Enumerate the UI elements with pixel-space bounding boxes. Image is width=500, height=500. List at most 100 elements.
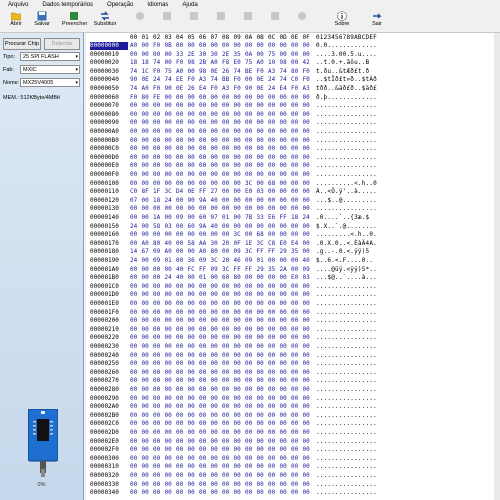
hex-byte[interactable]: 00 <box>130 334 141 342</box>
hex-byte[interactable]: 00 <box>176 119 187 127</box>
hex-byte[interactable]: 00 <box>303 360 314 368</box>
hex-byte[interactable]: 00 <box>153 171 164 179</box>
hex-byte[interactable]: 00 <box>257 274 268 282</box>
hex-byte[interactable]: 00 <box>199 231 210 239</box>
hex-byte[interactable]: 00 <box>257 119 268 127</box>
hex-byte[interactable]: 00 <box>280 489 291 497</box>
hex-byte[interactable]: 00 <box>234 377 245 385</box>
hex-byte[interactable]: 00 <box>165 334 176 342</box>
hex-byte[interactable]: 00 <box>153 231 164 239</box>
hex-byte[interactable]: A0 <box>257 59 268 67</box>
hex-byte[interactable]: 00 <box>222 128 233 136</box>
hex-byte[interactable]: 00 <box>291 481 302 489</box>
hex-byte[interactable]: 00 <box>291 300 302 308</box>
ascii-text[interactable]: ................ <box>316 137 377 145</box>
hex-byte[interactable]: 00 <box>222 283 233 291</box>
hex-byte[interactable]: 00 <box>222 162 233 170</box>
ascii-text[interactable]: ................ <box>316 343 377 351</box>
hex-byte[interactable]: 00 <box>234 438 245 446</box>
hex-byte[interactable]: 00 <box>199 481 210 489</box>
hex-byte[interactable]: 00 <box>176 42 187 50</box>
hex-byte[interactable]: 00 <box>153 300 164 308</box>
hex-byte[interactable]: E4 <box>199 85 210 93</box>
hex-byte[interactable]: 00 <box>130 231 141 239</box>
hex-byte[interactable]: 00 <box>291 334 302 342</box>
hex-byte[interactable]: 00 <box>303 334 314 342</box>
hex-byte[interactable]: 00 <box>130 455 141 463</box>
hex-byte[interactable]: F0 <box>291 85 302 93</box>
replace-button[interactable]: Substituir <box>93 11 117 31</box>
hex-byte[interactable]: 00 <box>291 463 302 471</box>
hex-byte[interactable]: 00 <box>291 102 302 110</box>
hex-byte[interactable]: 00 <box>268 128 279 136</box>
hex-byte[interactable]: 74 <box>130 68 141 76</box>
hex-byte[interactable]: 00 <box>130 429 141 437</box>
hex-byte[interactable]: 00 <box>280 455 291 463</box>
hex-byte[interactable]: 00 <box>142 128 153 136</box>
hex-byte[interactable]: 00 <box>176 205 187 213</box>
hex-byte[interactable]: 00 <box>153 137 164 145</box>
hex-byte[interactable]: FF <box>234 266 245 274</box>
hex-byte[interactable]: 00 <box>280 180 291 188</box>
hex-byte[interactable]: 00 <box>130 489 141 497</box>
hex-byte[interactable]: 00 <box>199 283 210 291</box>
hex-byte[interactable]: 24 <box>153 76 164 84</box>
hex-byte[interactable]: 00 <box>142 326 153 334</box>
hex-byte[interactable]: 40 <box>176 274 187 282</box>
hex-byte[interactable]: 00 <box>165 145 176 153</box>
ascii-text[interactable]: ................ <box>316 119 377 127</box>
hex-byte[interactable]: 00 <box>153 128 164 136</box>
hex-byte[interactable]: 00 <box>153 403 164 411</box>
hex-byte[interactable]: 00 <box>268 42 279 50</box>
hex-byte[interactable]: 00 <box>280 377 291 385</box>
hex-byte[interactable]: 00 <box>188 403 199 411</box>
hex-byte[interactable]: 00 <box>291 420 302 428</box>
hex-byte[interactable]: 00 <box>245 377 256 385</box>
hex-byte[interactable]: 58 <box>188 240 199 248</box>
hex-byte[interactable]: 00 <box>188 94 199 102</box>
hex-byte[interactable]: 00 <box>153 352 164 360</box>
ascii-text[interactable]: ................ <box>316 205 377 213</box>
ascii-text[interactable]: ................ <box>316 128 377 136</box>
hex-byte[interactable]: 00 <box>176 137 187 145</box>
hex-byte[interactable]: 8F <box>142 188 153 196</box>
write-button[interactable] <box>209 11 233 31</box>
hex-byte[interactable]: 00 <box>165 171 176 179</box>
ascii-text[interactable]: ................ <box>316 438 377 446</box>
hex-byte[interactable]: 00 <box>165 51 176 59</box>
hex-byte[interactable]: 00 <box>257 334 268 342</box>
hex-byte[interactable]: 00 <box>303 197 314 205</box>
hex-byte[interactable]: 00 <box>188 171 199 179</box>
hex-byte[interactable]: 24 <box>165 197 176 205</box>
hex-byte[interactable]: 1F <box>153 188 164 196</box>
hex-byte[interactable]: 00 <box>234 446 245 454</box>
hex-byte[interactable]: 09 <box>176 214 187 222</box>
hex-byte[interactable]: 00 <box>142 420 153 428</box>
hex-byte[interactable]: 68 <box>257 231 268 239</box>
hex-byte[interactable]: 00 <box>245 429 256 437</box>
hex-byte[interactable]: 00 <box>165 472 176 480</box>
hex-byte[interactable]: 00 <box>176 334 187 342</box>
hex-byte[interactable]: 2E <box>188 51 199 59</box>
hex-byte[interactable]: 00 <box>199 412 210 420</box>
hex-byte[interactable]: 00 <box>234 205 245 213</box>
hex-byte[interactable]: 3C <box>234 231 245 239</box>
hex-byte[interactable]: 00 <box>268 309 279 317</box>
hex-byte[interactable]: 00 <box>303 248 314 256</box>
hex-byte[interactable]: 00 <box>257 472 268 480</box>
hex-byte[interactable]: 01 <box>199 274 210 282</box>
hex-byte[interactable]: 1E <box>245 240 256 248</box>
hex-byte[interactable]: 00 <box>142 214 153 222</box>
hex-byte[interactable]: 00 <box>303 223 314 231</box>
hex-byte[interactable]: EE <box>176 76 187 84</box>
hex-byte[interactable]: 00 <box>176 309 187 317</box>
hex-byte[interactable]: 00 <box>280 420 291 428</box>
hex-byte[interactable]: 00 <box>257 412 268 420</box>
hex-byte[interactable]: 00 <box>211 386 222 394</box>
hex-byte[interactable]: 00 <box>176 377 187 385</box>
hex-byte[interactable]: 00 <box>222 154 233 162</box>
hex-byte[interactable]: C0 <box>130 188 141 196</box>
detect-button[interactable]: Detectar <box>44 38 80 50</box>
hex-byte[interactable]: 00 <box>234 395 245 403</box>
hex-byte[interactable]: 00 <box>303 94 314 102</box>
